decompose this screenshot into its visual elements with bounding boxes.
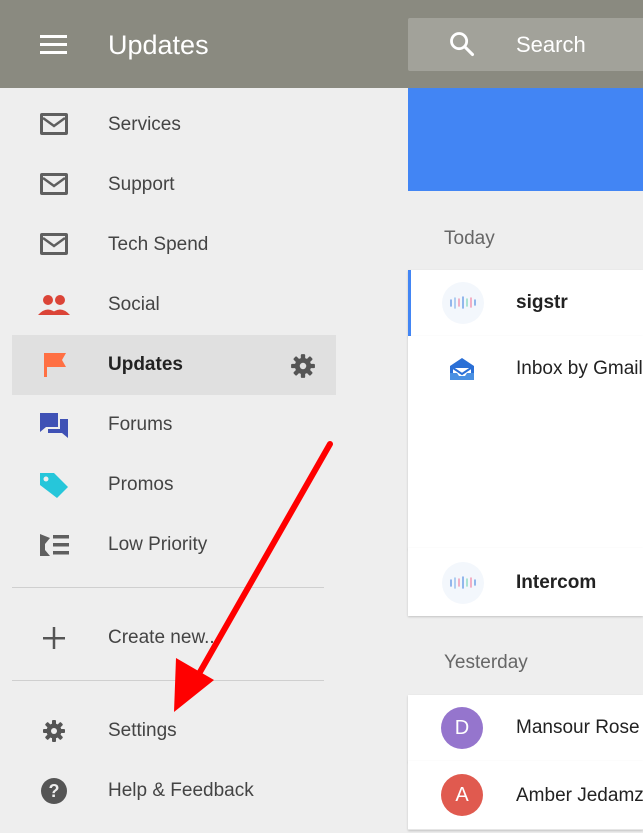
sidebar-item-label: Low Priority (108, 534, 208, 555)
sender-avatar-icon (442, 562, 484, 604)
avatar: A (441, 774, 483, 816)
plus-icon (43, 627, 65, 649)
sidebar-item-label: Support (108, 174, 175, 195)
mail-icon (40, 113, 68, 135)
search-input[interactable]: Search (408, 18, 643, 71)
sender-name: sigstr (516, 292, 568, 313)
list-item[interactable]: A Amber Jedamz (408, 761, 643, 830)
list-item[interactable]: Inbox by Gmail (408, 336, 643, 549)
divider (12, 680, 324, 681)
forum-icon (40, 413, 68, 438)
help-feedback-item[interactable]: ? Help & Feedback (12, 761, 336, 821)
info-banner (408, 88, 643, 191)
sidebar-item-label: Social (108, 294, 160, 315)
sidebar-item-updates[interactable]: Updates (12, 335, 336, 395)
menu-button[interactable] (30, 26, 78, 62)
flag-icon (44, 353, 66, 377)
search-icon (450, 32, 475, 57)
create-new-button[interactable]: Create new... (12, 608, 336, 668)
inbox-by-gmail-icon (450, 358, 474, 380)
gear-icon[interactable] (290, 353, 316, 379)
search-label: Search (516, 32, 586, 57)
list-item[interactable]: sigstr (408, 270, 643, 337)
sidebar-item-label: Updates (108, 354, 183, 375)
help-icon: ? (41, 778, 67, 804)
sender-avatar-icon (442, 282, 484, 324)
sender-name: Mansour Rose (516, 717, 640, 738)
sidebar-item-social[interactable]: Social (12, 275, 336, 335)
sidebar-item-label: Services (108, 114, 181, 135)
sidebar-item-label: Forums (108, 414, 173, 435)
sidebar: Services Support Tech Spend Social Updat… (0, 88, 336, 833)
sidebar-item-support[interactable]: Support (12, 155, 336, 215)
tag-icon (40, 473, 68, 498)
section-header-yesterday: Yesterday (444, 652, 528, 673)
settings-label: Settings (108, 720, 177, 741)
hamburger-icon (40, 35, 67, 38)
sender-name: Amber Jedamz (516, 785, 643, 806)
mail-icon (40, 173, 68, 195)
sidebar-item-label: Promos (108, 474, 174, 495)
sidebar-item-low-priority[interactable]: Low Priority (12, 515, 336, 575)
gear-icon (43, 720, 65, 742)
unread-indicator (408, 270, 411, 336)
hamburger-icon (40, 43, 67, 46)
sidebar-item-forums[interactable]: Forums (12, 395, 336, 455)
page-title: Updates (108, 30, 209, 60)
people-icon (38, 295, 70, 315)
list-item[interactable]: D Mansour Rose (408, 695, 643, 762)
sender-name: Inbox by Gmail (516, 358, 643, 379)
svg-text:?: ? (49, 781, 60, 801)
sidebar-item-label: Tech Spend (108, 234, 209, 255)
hamburger-icon (40, 51, 67, 54)
create-new-label: Create new... (108, 627, 220, 648)
settings-item[interactable]: Settings (12, 701, 336, 761)
main-content: Today sigstr Inbox by Gmail Intercom Yes… (408, 88, 643, 833)
low-priority-icon (40, 534, 69, 556)
top-app-bar: Updates Search (0, 0, 643, 88)
mail-icon (40, 233, 68, 255)
avatar: D (441, 707, 483, 749)
sidebar-item-promos[interactable]: Promos (12, 455, 336, 515)
sidebar-item-services[interactable]: Services (12, 95, 336, 155)
section-header-today: Today (444, 228, 495, 249)
help-label: Help & Feedback (108, 780, 254, 801)
divider (12, 587, 324, 588)
sidebar-item-tech-spend[interactable]: Tech Spend (12, 215, 336, 275)
sender-name: Intercom (516, 572, 597, 593)
list-item[interactable]: Intercom (408, 548, 643, 616)
